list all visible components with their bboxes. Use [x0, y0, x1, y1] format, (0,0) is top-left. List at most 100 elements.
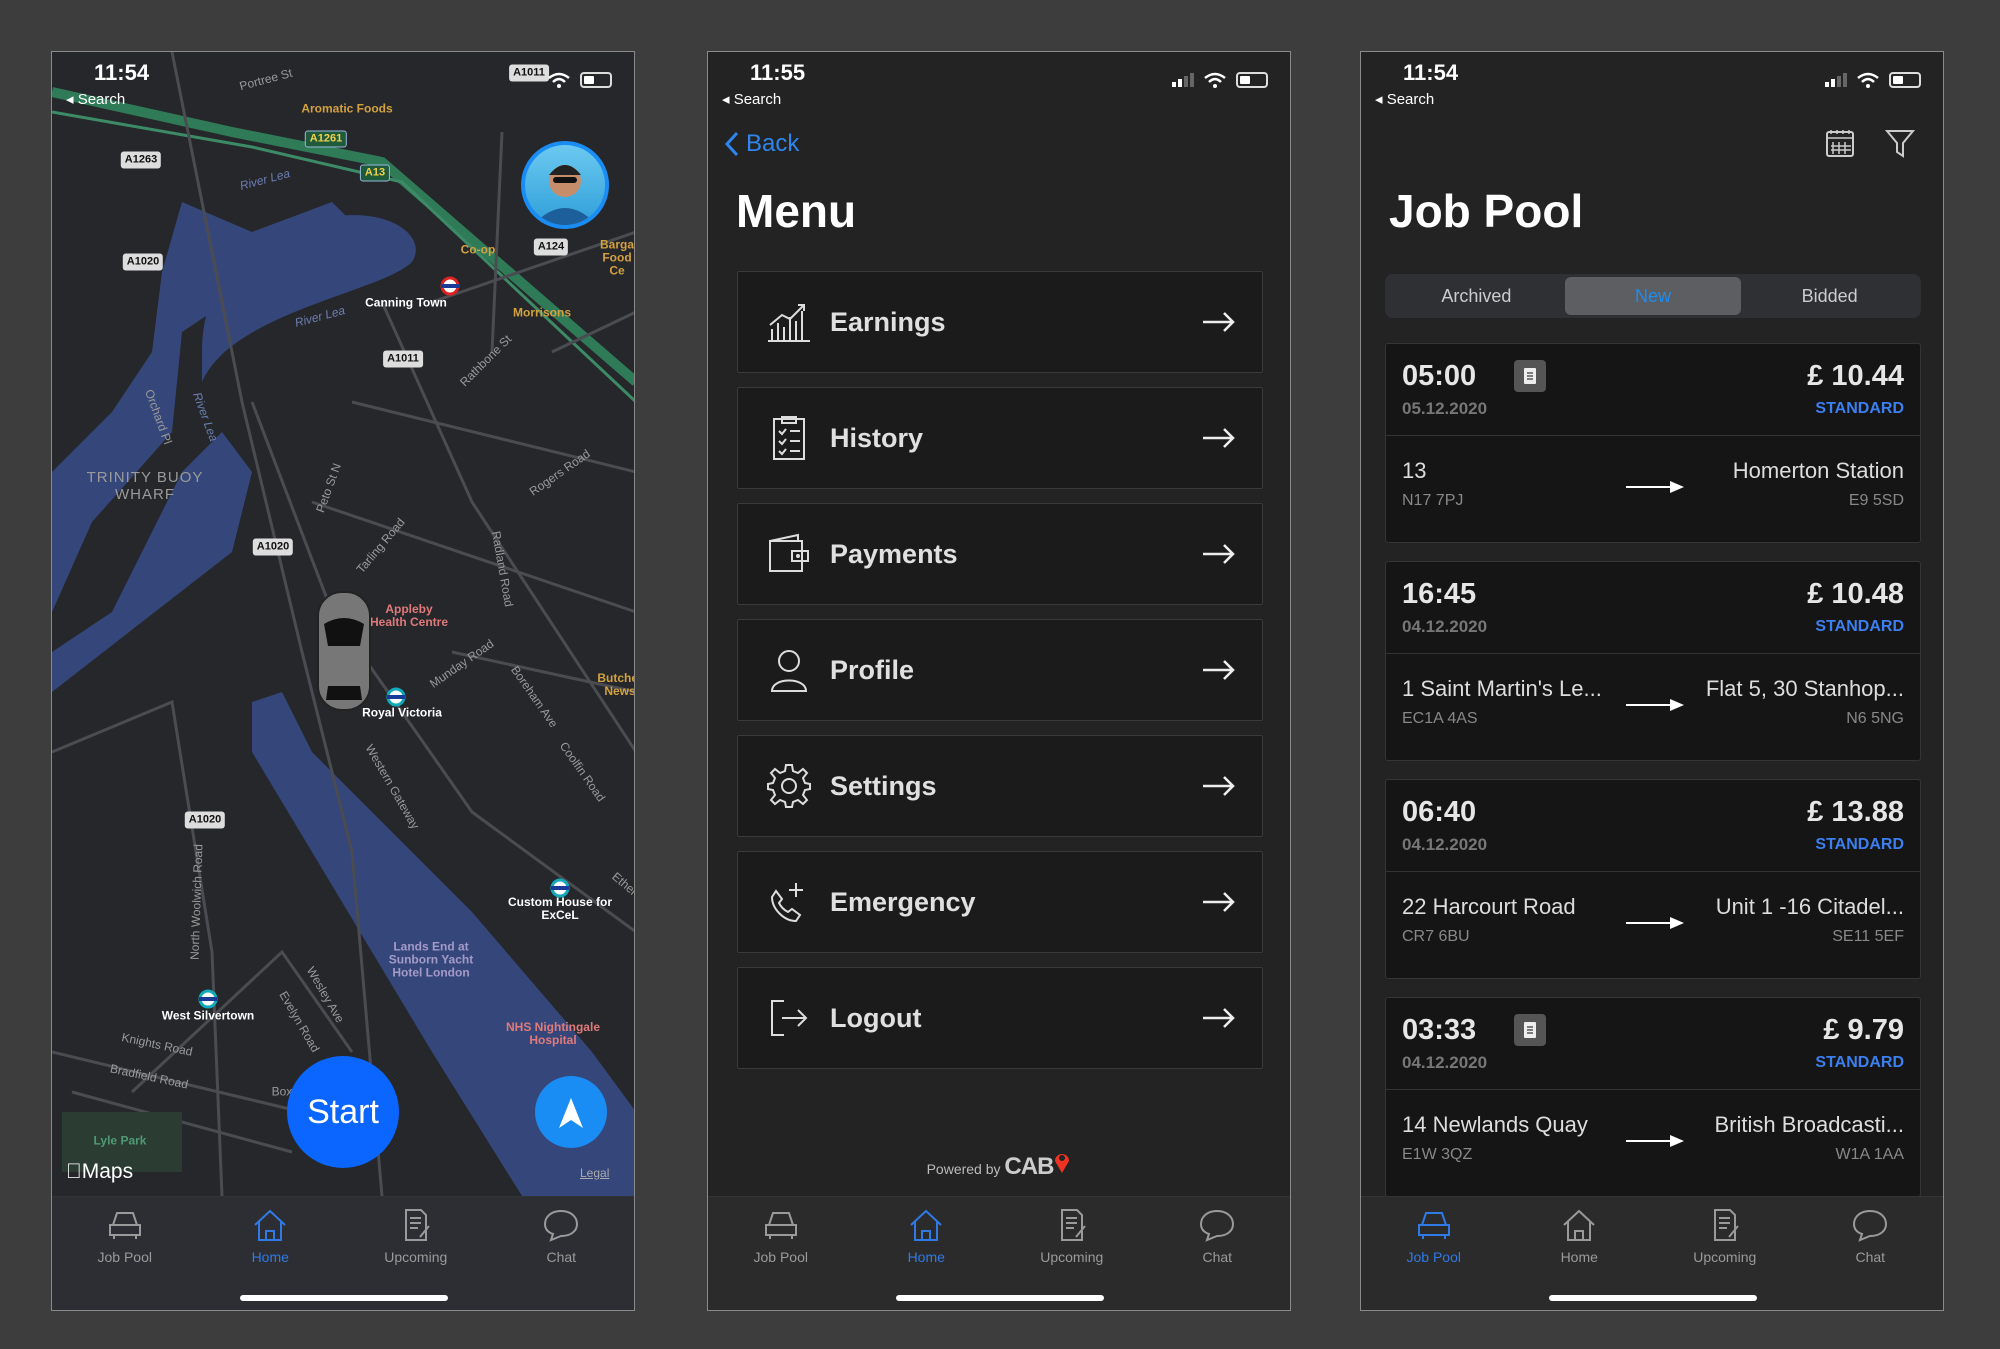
tab-upcoming[interactable]: Upcoming — [999, 1197, 1145, 1310]
road-shield: A124 — [533, 238, 569, 256]
tab-home[interactable]: Home — [1507, 1197, 1653, 1310]
arrow-right-icon — [1203, 312, 1235, 332]
tab-job-pool[interactable]: Job Pool — [52, 1197, 198, 1310]
apple-maps-logo: Maps — [66, 1160, 133, 1184]
tab-home[interactable]: Home — [198, 1197, 344, 1310]
powered-by: Powered by CAB — [708, 1150, 1290, 1181]
tab-label: Job Pool — [1406, 1249, 1461, 1265]
tab-label: Upcoming — [384, 1249, 448, 1265]
home-indicator — [1549, 1295, 1757, 1301]
tab-upcoming[interactable]: Upcoming — [343, 1197, 489, 1310]
back-label: Back — [746, 130, 800, 157]
overground-station-icon — [550, 878, 570, 898]
overground-station-icon — [386, 687, 406, 707]
tab-label: Home — [907, 1249, 945, 1265]
job-card-header: 05:00 05.12.2020 £ 10.44 STANDARD — [1386, 344, 1920, 436]
document-edit-icon — [1060, 1209, 1086, 1241]
home-indicator — [240, 1295, 448, 1301]
dropoff-postcode: E9 5SD — [1848, 492, 1904, 509]
dropoff-address: British Broadcasti... — [1714, 1112, 1904, 1137]
job-card[interactable]: 06:40 04.12.2020 £ 13.88 STANDARD 22 Harcour… — [1385, 779, 1921, 979]
job-type: STANDARD — [1815, 836, 1904, 853]
tab-chat[interactable]: Chat — [1798, 1197, 1944, 1310]
road-shield: A1011 — [383, 350, 423, 368]
job-card[interactable]: 05:00 05.12.2020 £ 10.44 STANDARD 13 N17 7PJ H… — [1385, 343, 1921, 543]
segment-new[interactable]: New — [1564, 277, 1742, 315]
area-label: TRINITY BUOY WHARF — [86, 469, 204, 503]
note-icon[interactable] — [1514, 1014, 1546, 1046]
tab-job-pool[interactable]: Job Pool — [708, 1197, 854, 1310]
tab-job-pool[interactable]: Job Pool — [1361, 1197, 1507, 1310]
job-card[interactable]: 03:33 04.12.2020 £ 9.79 STANDARD 14 Newlands… — [1385, 997, 1921, 1197]
driver-avatar[interactable] — [521, 141, 609, 229]
station-label: Canning Town — [365, 295, 447, 310]
tab-label: Upcoming — [1040, 1249, 1104, 1265]
back-to-search[interactable]: ◂ Search — [722, 90, 781, 108]
job-route: 14 Newlands Quay E1W 3QZ British Broadcast… — [1386, 1090, 1920, 1196]
filter-icon[interactable] — [1885, 128, 1915, 158]
menu-item-earnings[interactable]: Earnings — [737, 271, 1263, 373]
map-poi-label: NHS Nightingale Hospital — [505, 1020, 600, 1047]
chat-bubble-icon — [1853, 1209, 1888, 1242]
tab-chat[interactable]: Chat — [1145, 1197, 1291, 1310]
tab-home[interactable]: Home — [854, 1197, 1000, 1310]
menu-item-profile[interactable]: Profile — [737, 619, 1263, 721]
battery-icon — [1889, 72, 1921, 88]
menu-item-logout[interactable]: Logout — [737, 967, 1263, 1069]
tab-bar: Job Pool Home Upcoming Chat — [1361, 1196, 1944, 1310]
back-label: Search — [1386, 91, 1435, 108]
road-shield: A13 — [359, 164, 391, 182]
pickup-address: 14 Newlands Quay — [1402, 1112, 1588, 1137]
segment-bidded[interactable]: Bidded — [1741, 277, 1918, 315]
back-label: Search — [733, 91, 782, 108]
back-to-search[interactable]: ◂ Search — [1375, 90, 1434, 108]
locate-me-button[interactable] — [535, 1076, 607, 1148]
page-title: Menu — [736, 185, 857, 237]
job-card-header: 16:45 04.12.2020 £ 10.48 STANDARD — [1386, 562, 1920, 654]
dropoff-address: Homerton Station — [1732, 458, 1904, 483]
job-price: £ 10.44 — [1807, 360, 1904, 392]
maps-label: Maps — [66, 1160, 133, 1183]
job-route: 22 Harcourt Road CR7 6BU Unit 1 -16 Citade… — [1386, 872, 1920, 978]
chat-bubble-icon — [544, 1209, 579, 1242]
segmented-control: Archived New Bidded — [1385, 274, 1921, 318]
job-card[interactable]: 16:45 04.12.2020 £ 10.48 STANDARD 1 Saint Ma… — [1385, 561, 1921, 761]
start-button[interactable]: Start — [287, 1056, 399, 1168]
menu-item-payments[interactable]: Payments — [737, 503, 1263, 605]
job-type: STANDARD — [1815, 1054, 1904, 1071]
battery-icon — [1236, 72, 1268, 88]
job-card-header: 03:33 04.12.2020 £ 9.79 STANDARD — [1386, 998, 1920, 1090]
chevron-left-icon — [724, 131, 739, 157]
road-shield: A1011 — [509, 64, 549, 82]
job-type: STANDARD — [1815, 618, 1904, 635]
calendar-icon[interactable] — [1825, 128, 1855, 158]
menu-item-emergency[interactable]: Emergency — [737, 851, 1263, 953]
map-view[interactable]: Portree St Aromatic Foods A1011 A1261 A1… — [52, 52, 634, 1197]
map-poi-label: Appleby Health Centre — [369, 602, 449, 629]
legal-link[interactable]: Legal — [580, 1166, 609, 1180]
job-list: 05:00 05.12.2020 £ 10.44 STANDARD 13 N17 7PJ H… — [1385, 343, 1921, 1215]
note-icon[interactable] — [1514, 360, 1546, 392]
menu-item-settings[interactable]: Settings — [737, 735, 1263, 837]
menu-screen: 11:55 ◂ Search Back Menu Earnings Histor… — [707, 51, 1291, 1311]
underground-station-icon — [440, 276, 460, 296]
document-edit-icon — [1713, 1209, 1739, 1241]
chart-icon — [768, 304, 810, 342]
brand-logo: CAB — [1004, 1153, 1054, 1180]
signal-icon — [1172, 73, 1194, 87]
tab-label: Job Pool — [97, 1249, 152, 1265]
back-to-search[interactable]: ◂ Search — [66, 90, 125, 108]
person-icon — [770, 650, 808, 692]
arrow-right-icon — [1626, 1135, 1684, 1147]
home-icon — [1563, 1209, 1595, 1241]
tab-chat[interactable]: Chat — [489, 1197, 635, 1310]
home-indicator — [896, 1295, 1104, 1301]
menu-item-history[interactable]: History — [737, 387, 1263, 489]
battery-icon — [580, 72, 612, 88]
tab-upcoming[interactable]: Upcoming — [1652, 1197, 1798, 1310]
back-button[interactable]: Back — [724, 130, 799, 158]
pickup-postcode: CR7 6BU — [1402, 928, 1470, 945]
segment-archived[interactable]: Archived — [1388, 277, 1565, 315]
phone-plus-icon — [770, 883, 803, 923]
arrow-right-icon — [1203, 776, 1235, 796]
